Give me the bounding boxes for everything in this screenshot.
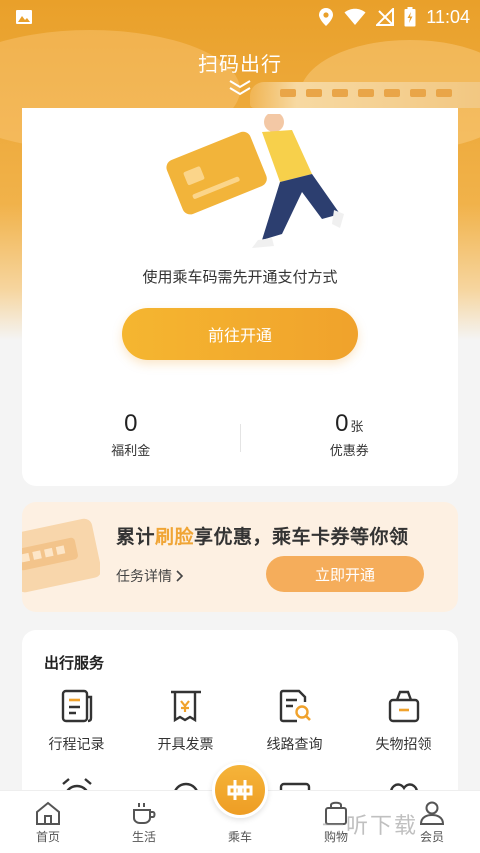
services-title: 出行服务 (44, 654, 105, 672)
home-icon (36, 801, 60, 825)
open-now-button[interactable]: 立即开通 (266, 556, 424, 592)
status-time: 11:04 (426, 6, 470, 27)
service-trip-record[interactable]: 行程记录 (22, 688, 131, 754)
nav-label: 首页 (35, 830, 60, 844)
service-label: 行程记录 (48, 737, 105, 753)
service-label: 线路查询 (266, 737, 323, 753)
nav-home[interactable]: 首页 (0, 791, 96, 853)
ride-card-illustration (22, 518, 100, 593)
location-icon (319, 8, 334, 26)
nav-label: 会员 (419, 830, 444, 844)
coffee-icon (133, 803, 156, 824)
payment-hint-text: 使用乘车码需先开通支付方式 (142, 268, 338, 286)
person-carrying-card-illustration (166, 114, 344, 248)
promo-title: 累计刷脸享优惠，乘车卡券等你领 (116, 526, 409, 548)
coupon-unit: 张 (350, 420, 364, 435)
trip-record-icon (61, 689, 92, 723)
coupon-stat[interactable]: 0张 优惠券 (241, 410, 459, 459)
watermark-text: 一听下载 (322, 814, 419, 839)
task-details-link[interactable]: 任务详情 (116, 566, 184, 586)
image-icon (16, 10, 32, 24)
nav-life[interactable]: 生活 (96, 791, 192, 853)
coupon-label: 优惠券 (329, 444, 369, 459)
coupon-value: 0 (335, 410, 349, 437)
ride-code-card: 使用乘车码需先开通支付方式 前往开通 0 福利金 0张 优惠券 (22, 108, 458, 486)
welfare-fund-value: 0 (124, 410, 138, 437)
stats-row: 0 福利金 0张 优惠券 (22, 410, 458, 459)
battery-charging-icon (404, 7, 416, 27)
go-open-button[interactable]: 前往开通 (122, 308, 358, 360)
route-search-icon (279, 689, 311, 723)
welfare-fund-stat[interactable]: 0 福利金 (22, 410, 240, 459)
task-details-label: 任务详情 (116, 569, 172, 585)
chevron-right-icon (176, 570, 184, 582)
double-chevron-down-icon[interactable] (226, 79, 254, 97)
ride-center-button[interactable] (212, 762, 268, 818)
nav-label: 生活 (131, 830, 156, 844)
face-pay-promo-banner[interactable]: 累计刷脸享优惠，乘车卡券等你领 任务详情 立即开通 (22, 502, 458, 612)
promo-highlight: 刷脸 (155, 526, 195, 548)
ride-icon (227, 780, 253, 800)
invoice-icon (170, 690, 201, 723)
service-invoice[interactable]: 开具发票 (131, 688, 240, 754)
page-title: 扫码出行 (198, 52, 282, 76)
service-label: 开具发票 (157, 737, 214, 753)
wifi-icon (344, 8, 366, 25)
service-label: 失物招领 (375, 737, 432, 753)
lost-found-icon (388, 690, 419, 723)
service-route-search[interactable]: 线路查询 (240, 688, 349, 754)
status-bar: 11:04 (0, 0, 480, 34)
member-icon (419, 801, 445, 825)
no-signal-icon (376, 8, 395, 26)
welfare-fund-label: 福利金 (111, 444, 151, 459)
service-lost-found[interactable]: 失物招领 (349, 688, 458, 754)
nav-label: 乘车 (227, 830, 252, 844)
